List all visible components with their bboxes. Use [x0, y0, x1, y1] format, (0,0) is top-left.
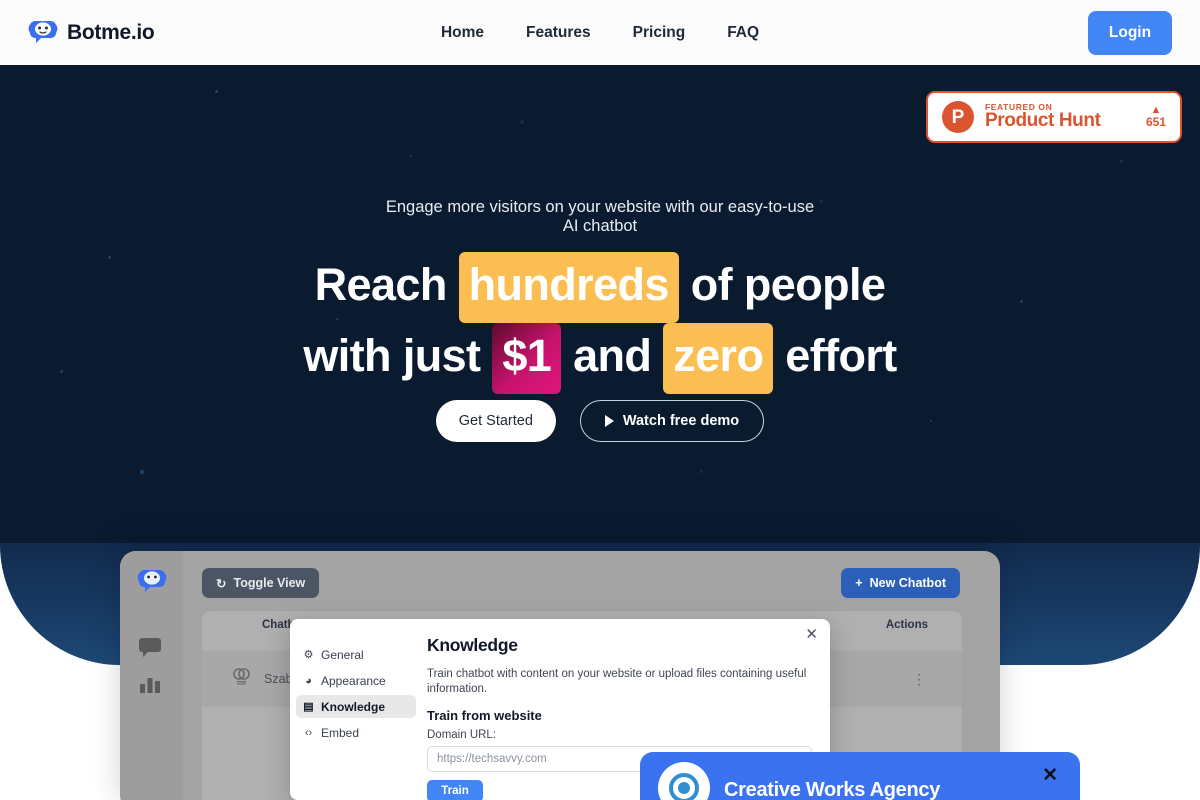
modal-menu-item-general[interactable]: ⚙ General [296, 643, 416, 666]
headline-text: Reach [314, 259, 459, 310]
chatbot-avatar-icon [232, 667, 252, 692]
close-icon[interactable]: ✕ [1042, 766, 1058, 785]
toggle-view-label: Toggle View [233, 576, 306, 590]
headline-highlight-hundreds: hundreds [458, 252, 679, 323]
gear-icon: ⚙ [303, 649, 314, 661]
palette-icon: ◕ [305, 674, 312, 687]
modal-menu-label: Knowledge [321, 699, 386, 714]
nav-links: Home Features Pricing FAQ [0, 24, 1200, 42]
refresh-icon: ↻ [216, 576, 227, 591]
modal-menu-item-embed[interactable]: ‹› Embed [296, 721, 416, 744]
watch-demo-label: Watch free demo [622, 413, 740, 429]
watch-demo-button[interactable]: Watch free demo [579, 400, 765, 442]
dashboard-sidebar [120, 551, 182, 800]
hero-subtitle: Engage more visitors on your website wit… [0, 198, 1200, 237]
headline-text: of people [678, 259, 886, 310]
target-ring-icon [658, 762, 710, 800]
headline-text: with just [303, 330, 493, 381]
modal-menu-label: General [321, 647, 364, 662]
chat-widget-title: Creative Works Agency [724, 778, 941, 800]
headline-line-2: with just $1 and zero effort [0, 323, 1200, 394]
toggle-view-button[interactable]: ↻ Toggle View [202, 568, 320, 598]
headline-highlight-price: $1 [492, 323, 562, 394]
nav-item-pricing[interactable]: Pricing [633, 24, 686, 42]
play-icon [604, 415, 614, 427]
bot-logo-icon [137, 566, 167, 598]
modal-section-title: Train from website [427, 708, 542, 724]
new-chatbot-label: New Chatbot [869, 576, 946, 590]
new-chatbot-button[interactable]: + New Chatbot [841, 568, 960, 598]
login-button[interactable]: Login [1088, 10, 1172, 55]
modal-description: Train chatbot with content on your websi… [427, 668, 807, 696]
product-hunt-text: FEATURED ON Product Hunt [985, 102, 1135, 132]
domain-url-label: Domain URL: [427, 729, 497, 742]
hero-headline: Reach hundreds of people with just $1 an… [0, 252, 1200, 394]
chat-widget-header: Creative Works Agency ✕ [640, 752, 1080, 800]
kebab-menu-icon[interactable]: ⋮ [912, 671, 926, 688]
train-button[interactable]: Train [427, 780, 483, 800]
plus-icon: + [855, 576, 863, 590]
product-hunt-upvotes[interactable]: ▲ 651 [1146, 104, 1166, 129]
product-hunt-count: 651 [1145, 115, 1166, 130]
modal-title: Knowledge [427, 635, 518, 655]
bg-speck [215, 90, 218, 93]
bg-speck [520, 120, 524, 124]
bg-speck [140, 470, 144, 474]
nav-item-features[interactable]: Features [526, 24, 591, 42]
code-icon: ‹› [304, 726, 313, 739]
product-hunt-icon: P [942, 101, 974, 133]
hero-subtitle-line2: AI chatbot [562, 217, 638, 236]
bg-speck [700, 470, 703, 473]
modal-menu-label: Appearance [321, 673, 386, 688]
modal-menu-item-appearance[interactable]: ◕ Appearance [296, 669, 416, 692]
table-header-actions: Actions [885, 619, 928, 631]
modal-menu-label: Embed [321, 725, 360, 740]
nav-item-faq[interactable]: FAQ [727, 24, 759, 42]
product-hunt-badge[interactable]: P FEATURED ON Product Hunt ▲ 651 [926, 91, 1182, 143]
bg-speck [1120, 160, 1123, 163]
product-hunt-name: Product Hunt [985, 110, 1101, 132]
headline-text: effort [773, 330, 897, 381]
nav-item-home[interactable]: Home [441, 24, 484, 42]
hero-cta-row: Get Started Watch free demo [0, 400, 1200, 442]
hero-subtitle-line1: Engage more visitors on your website wit… [385, 198, 815, 216]
headline-highlight-zero: zero [663, 323, 774, 394]
bg-speck [410, 155, 412, 157]
bar-chart-icon[interactable] [139, 675, 161, 699]
top-navbar: Botme.io Home Features Pricing FAQ Login [0, 0, 1200, 65]
chat-bubble-icon[interactable] [139, 637, 161, 663]
headline-text: and [561, 330, 664, 381]
headline-line-1: Reach hundreds of people [0, 252, 1200, 323]
get-started-button[interactable]: Get Started [435, 400, 556, 442]
product-hunt-mark: P [951, 106, 965, 128]
close-icon[interactable]: ✕ [805, 627, 818, 642]
book-icon: ▤ [303, 701, 314, 713]
modal-menu-item-knowledge[interactable]: ▤ Knowledge [296, 695, 416, 718]
modal-menu: ⚙ General ◕ Appearance ▤ Knowledge ‹› Em… [290, 619, 422, 800]
